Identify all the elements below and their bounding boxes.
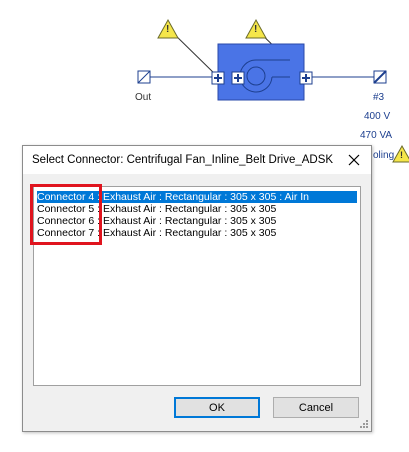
- list-item[interactable]: Connector 6 : Exhaust Air : Rectangular …: [37, 215, 357, 227]
- right-panel-symbol[interactable]: [373, 70, 387, 84]
- ok-button[interactable]: OK: [174, 397, 260, 418]
- left-connector-symbol[interactable]: [137, 70, 151, 84]
- select-connector-dialog: Select Connector: Centrifugal Fan_Inline…: [22, 145, 372, 432]
- connector-plus-icon[interactable]: [231, 71, 245, 85]
- close-icon: [348, 154, 360, 166]
- connector-plus-icon[interactable]: [299, 71, 313, 85]
- warning-glyph: !: [166, 24, 170, 35]
- dialog-title: Select Connector: Centrifugal Fan_Inline…: [32, 154, 334, 166]
- close-button[interactable]: [345, 151, 363, 169]
- connector-plus-icon[interactable]: [211, 71, 225, 85]
- list-item[interactable]: Connector 7 : Exhaust Air : Rectangular …: [37, 227, 357, 239]
- voltage-label: 400 V: [364, 111, 391, 122]
- resize-grip-icon[interactable]: [359, 419, 369, 429]
- screenshot-root: ! ! ! Out #3 400 V 470 VA oling Select C…: [0, 0, 409, 452]
- warning-glyph: !: [254, 24, 258, 35]
- right-tag-label: #3: [373, 92, 385, 103]
- power-label: 470 VA: [360, 130, 393, 141]
- list-item[interactable]: Connector 5 : Exhaust Air : Rectangular …: [37, 203, 357, 215]
- cancel-button[interactable]: Cancel: [273, 397, 359, 418]
- left-connector-label: Out: [135, 92, 152, 103]
- cut-label: oling: [373, 150, 395, 161]
- connector-listbox[interactable]: Connector 4 : Exhaust Air : Rectangular …: [33, 186, 361, 386]
- fan-body[interactable]: [217, 43, 305, 101]
- warning-glyph: !: [400, 150, 403, 160]
- list-item[interactable]: Connector 4 : Exhaust Air : Rectangular …: [37, 191, 357, 203]
- dialog-titlebar[interactable]: Select Connector: Centrifugal Fan_Inline…: [23, 146, 371, 174]
